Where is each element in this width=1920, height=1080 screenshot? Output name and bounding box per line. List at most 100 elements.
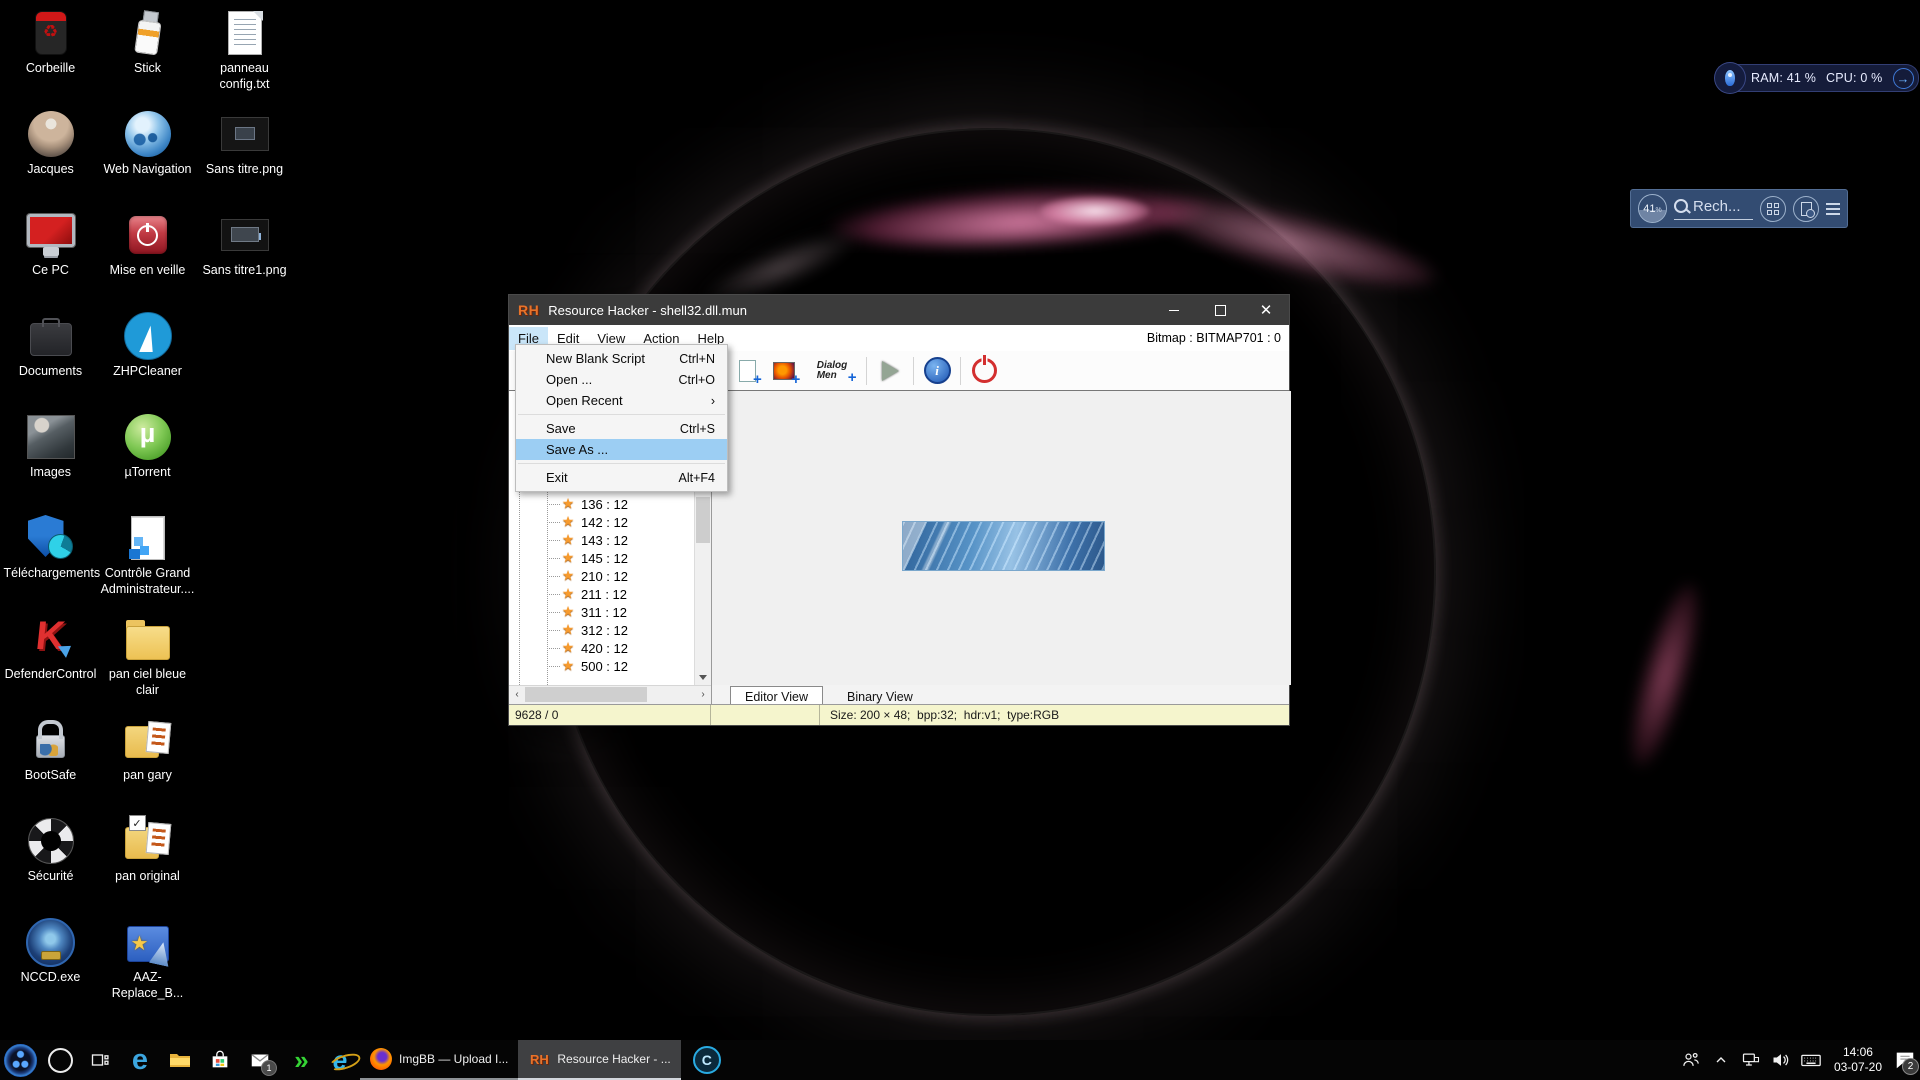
desktop-icon-utorrent[interactable]: µTorrent bbox=[99, 408, 196, 509]
scrollbar-thumb[interactable] bbox=[525, 687, 647, 702]
edge-button[interactable]: e bbox=[120, 1040, 160, 1080]
desktop-icon-documents[interactable]: Documents bbox=[2, 307, 99, 408]
menu-item-open[interactable]: Open ... Ctrl+O bbox=[516, 369, 727, 390]
c-app-button[interactable]: C bbox=[687, 1040, 727, 1080]
task-view-button[interactable] bbox=[80, 1040, 120, 1080]
maximize-button[interactable] bbox=[1197, 295, 1243, 325]
add-dialog-menu-button[interactable]: DialogMen bbox=[804, 355, 860, 387]
file-menu-popup: New Blank Script Ctrl+N Open ... Ctrl+O … bbox=[515, 344, 728, 492]
desktop-icon-zhpcleaner[interactable]: ZHPCleaner bbox=[99, 307, 196, 408]
desktop-icon-corbeille[interactable]: Corbeille bbox=[2, 4, 99, 105]
cortana-button[interactable] bbox=[40, 1040, 80, 1080]
task-imgbb[interactable]: ImgBB — Upload I... bbox=[360, 1040, 518, 1080]
desktop-icon-jacques[interactable]: Jacques bbox=[2, 105, 99, 206]
desktop-icon-images[interactable]: Images bbox=[2, 408, 99, 509]
tree-item[interactable]: 143 : 12 bbox=[547, 531, 695, 549]
desktop-icon-image bbox=[123, 917, 173, 967]
action-center-button[interactable]: 2 bbox=[1890, 1040, 1920, 1080]
desktop-icon-controle-grand-administrateur[interactable]: Contrôle Grand Administrateur.... bbox=[99, 509, 196, 610]
desktop-icon-pan-gary[interactable]: pan gary bbox=[99, 711, 196, 812]
desktop-icon-pan-ciel-bleue-clair[interactable]: pan ciel bleue clair bbox=[99, 610, 196, 711]
desktop-icon-label: pan ciel bleue clair bbox=[101, 667, 195, 698]
exit-button[interactable] bbox=[967, 355, 1001, 387]
menu-separator[interactable] bbox=[518, 463, 725, 464]
menu-item-save[interactable]: Save Ctrl+S bbox=[516, 418, 727, 439]
menu-item-exit[interactable]: Exit Alt+F4 bbox=[516, 467, 727, 488]
volume-button[interactable] bbox=[1766, 1040, 1796, 1080]
tree-item[interactable]: 142 : 12 bbox=[547, 513, 695, 531]
menu-item-new-blank-script[interactable]: New Blank Script Ctrl+N bbox=[516, 348, 727, 369]
close-button[interactable]: ✕ bbox=[1243, 295, 1289, 325]
add-image-button[interactable] bbox=[767, 355, 801, 387]
internet-explorer-button[interactable]: e bbox=[320, 1040, 360, 1080]
tree-item[interactable]: 211 : 12 bbox=[547, 585, 695, 603]
performance-widget[interactable]: RAM: 41 % CPU: 0 % → bbox=[1716, 64, 1919, 92]
desktop-icon-image bbox=[26, 109, 76, 159]
window-titlebar[interactable]: RH Resource Hacker - shell32.dll.mun ✕ bbox=[509, 295, 1289, 325]
desktop-icon-image bbox=[119, 5, 175, 61]
menu-item-open-recent[interactable]: Open Recent › bbox=[516, 390, 727, 411]
people-button[interactable] bbox=[1676, 1040, 1706, 1080]
scroll-right-button[interactable]: › bbox=[695, 686, 711, 703]
menu-item-save-as[interactable]: Save As ... bbox=[516, 439, 727, 460]
desktop-icon-stick[interactable]: Stick bbox=[99, 4, 196, 105]
scrollbar-thumb[interactable] bbox=[696, 497, 710, 543]
editor-view-panel bbox=[711, 391, 1291, 685]
desktop-icon-telechargements[interactable]: Téléchargements bbox=[2, 509, 99, 610]
desktop-icon-sans-titre[interactable]: Sans titre.png bbox=[196, 105, 293, 206]
bitmap-preview-image[interactable] bbox=[902, 521, 1105, 571]
quick-launch-button[interactable]: » bbox=[280, 1040, 320, 1080]
desktop-icon-nccd[interactable]: NCCD.exe bbox=[2, 913, 99, 1014]
search-input[interactable]: Rech... bbox=[1674, 198, 1753, 220]
apps-grid-button[interactable] bbox=[1760, 196, 1786, 222]
tree-item[interactable]: 500 : 12 bbox=[547, 657, 695, 675]
grid-icon bbox=[1767, 203, 1779, 215]
mail-button[interactable]: 1 bbox=[240, 1040, 280, 1080]
star-icon bbox=[560, 585, 576, 603]
start-button[interactable] bbox=[0, 1040, 40, 1080]
touch-keyboard-button[interactable] bbox=[1796, 1040, 1826, 1080]
desktop-icon-sans-titre1[interactable]: Sans titre1.png bbox=[196, 206, 293, 307]
desktop-icon-ce-pc[interactable]: Ce PC bbox=[2, 206, 99, 307]
task-resource-hacker[interactable]: Resource Hacker - ... bbox=[518, 1040, 680, 1080]
desktop-icon-label: Téléchargements bbox=[4, 566, 98, 582]
desktop-icon-aaz-replace[interactable]: AAZ-Replace_B... bbox=[99, 913, 196, 1014]
desktop-icon-image bbox=[220, 210, 270, 260]
arrow-right-icon[interactable]: → bbox=[1893, 68, 1914, 89]
add-resource-button[interactable] bbox=[730, 355, 764, 387]
resource-hacker-logo-icon: RH bbox=[518, 302, 539, 318]
tree-item[interactable]: 312 : 12 bbox=[547, 621, 695, 639]
network-button[interactable] bbox=[1736, 1040, 1766, 1080]
history-doc-button[interactable] bbox=[1793, 196, 1819, 222]
file-explorer-button[interactable] bbox=[160, 1040, 200, 1080]
tree-item[interactable]: 145 : 12 bbox=[547, 549, 695, 567]
store-button[interactable] bbox=[200, 1040, 240, 1080]
search-widget[interactable]: 41 % Rech... bbox=[1630, 189, 1848, 228]
desktop-icon-pan-original[interactable]: pan original bbox=[99, 812, 196, 913]
tree-item[interactable]: 210 : 12 bbox=[547, 567, 695, 585]
tree-item[interactable]: 420 : 12 bbox=[547, 639, 695, 657]
desktop-icon-mise-en-veille[interactable]: Mise en veille bbox=[99, 206, 196, 307]
maximize-icon bbox=[1215, 305, 1226, 316]
close-icon: ✕ bbox=[1260, 301, 1273, 319]
menu-button[interactable] bbox=[1826, 203, 1840, 215]
tree-horizontal-scrollbar[interactable]: ‹ › bbox=[509, 685, 711, 703]
time: 14:06 bbox=[1834, 1045, 1882, 1060]
desktop-icon-label: pan gary bbox=[123, 768, 172, 784]
info-button[interactable]: i bbox=[920, 355, 954, 387]
tree-item[interactable]: 311 : 12 bbox=[547, 603, 695, 621]
menu-separator[interactable] bbox=[518, 414, 725, 415]
desktop-icon-panneau-config[interactable]: panneau config.txt bbox=[196, 4, 293, 105]
minimize-button[interactable] bbox=[1151, 295, 1197, 325]
run-button[interactable] bbox=[873, 355, 907, 387]
scroll-down-button[interactable] bbox=[695, 669, 711, 685]
desktop-icon-defendercontrol[interactable]: DefenderControl bbox=[2, 610, 99, 711]
resource-path-label: Bitmap : BITMAP701 : 0 bbox=[1147, 331, 1289, 345]
desktop-icon-web-navigation[interactable]: Web Navigation bbox=[99, 105, 196, 206]
scroll-left-button[interactable]: ‹ bbox=[509, 686, 525, 703]
clock[interactable]: 14:06 03-07-20 bbox=[1834, 1045, 1882, 1075]
tree-item[interactable]: 136 : 12 bbox=[547, 495, 695, 513]
desktop-icon-bootsafe[interactable]: BootSafe bbox=[2, 711, 99, 812]
tray-expand-button[interactable] bbox=[1706, 1040, 1736, 1080]
desktop-icon-securite[interactable]: Sécurité bbox=[2, 812, 99, 913]
